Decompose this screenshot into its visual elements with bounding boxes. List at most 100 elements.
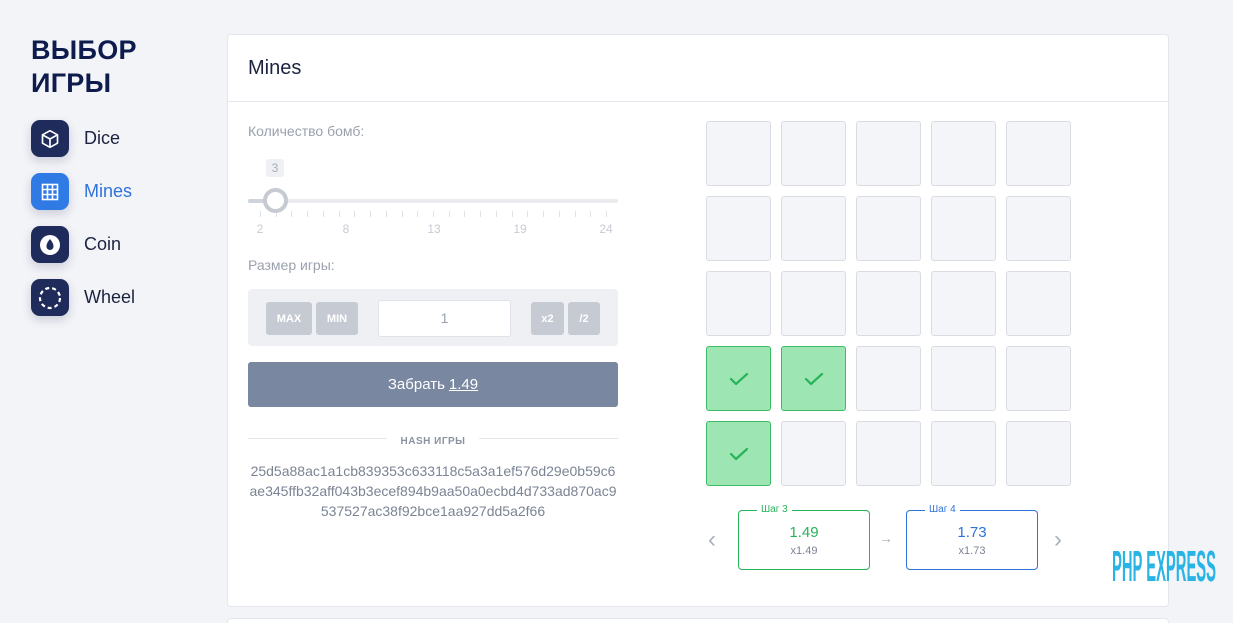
game-item-coin[interactable]: Coin [31, 226, 211, 263]
mine-cell[interactable] [706, 271, 771, 336]
mine-cell[interactable] [781, 271, 846, 336]
slider-tickmark [527, 211, 529, 217]
slider-tickmark [433, 211, 434, 217]
step-value: 1.73 [957, 524, 987, 541]
game-item-wheel[interactable]: Wheel [31, 279, 211, 316]
min-button[interactable]: MIN [316, 302, 358, 335]
game-size-label: Размер игры: [248, 257, 335, 273]
slider-tickmark [606, 211, 607, 217]
mine-cell[interactable] [1006, 271, 1071, 336]
mine-cell[interactable] [706, 121, 771, 186]
mine-cell-opened[interactable] [706, 346, 771, 411]
coin-icon [31, 226, 69, 263]
sidebar-title-line2: ИГРЫ [31, 68, 112, 98]
sidebar: ВЫБОР ИГРЫ Dice Mines Coin Wheel [31, 34, 211, 332]
game-label-mines: Mines [84, 181, 133, 201]
page-title: Mines [248, 56, 302, 79]
mine-cell[interactable] [856, 421, 921, 486]
half-button[interactable]: /2 [568, 302, 600, 335]
slider-tickmark [291, 211, 293, 217]
slider-tickmark [511, 211, 513, 217]
mine-cell[interactable] [931, 196, 996, 261]
step-card-current: Шаг 3 1.49 x1.49 [738, 504, 870, 570]
mine-cell[interactable] [931, 421, 996, 486]
mine-cell[interactable] [856, 346, 921, 411]
slider-tick: 19 [513, 222, 527, 236]
slider-tick: 2 [256, 222, 264, 236]
cashout-label: Забрать [387, 376, 445, 393]
bet-input[interactable]: 1 [378, 300, 511, 337]
check-icon [804, 372, 823, 385]
slider-tickmark [401, 211, 403, 217]
mine-cell-opened[interactable] [781, 346, 846, 411]
bombs-slider[interactable]: 3 2 8 13 19 24 [248, 139, 618, 236]
mine-cell[interactable] [856, 196, 921, 261]
slider-tickmark [448, 211, 450, 217]
wheel-icon [31, 279, 69, 316]
step-multiplier: x1.73 [958, 545, 986, 557]
step-value: 1.49 [789, 524, 819, 541]
slider-track[interactable] [248, 199, 618, 203]
hash-value: 25d5a88ac1a1cb839353c633118c5a3a1ef576d2… [249, 463, 617, 519]
mine-cell[interactable] [781, 421, 846, 486]
game-card: Mines Количество бомб: 3 2 8 13 19 24 Ра… [227, 34, 1169, 607]
slider-tickmark [558, 211, 560, 217]
mine-cell[interactable] [856, 271, 921, 336]
slider-thumb[interactable] [263, 188, 288, 213]
slider-tickmarks [248, 211, 618, 219]
mine-cell[interactable] [931, 271, 996, 336]
hash-title: HASH ИГРЫ [386, 436, 480, 447]
mines-grid [706, 121, 1071, 486]
slider-tickmark [417, 211, 419, 217]
mine-cell[interactable] [1006, 346, 1071, 411]
arrow-right-icon: → [879, 530, 893, 546]
cashout-button[interactable]: Забрать 1.49 [248, 362, 618, 407]
watermark-logo: PHP EXPRESS [1112, 542, 1216, 585]
slider-tickmark [385, 211, 387, 217]
step-multiplier: x1.49 [790, 545, 818, 557]
chevron-left-icon[interactable]: ‹ [708, 526, 716, 554]
double-button[interactable]: x2 [531, 302, 564, 335]
mine-cell[interactable] [931, 346, 996, 411]
mine-cell-opened[interactable] [706, 421, 771, 486]
chevron-right-icon[interactable]: › [1054, 526, 1062, 554]
slider-tickmark [260, 211, 261, 217]
sidebar-title: ВЫБОР ИГРЫ [31, 34, 211, 100]
slider-tickmark [338, 211, 340, 217]
mine-cell[interactable] [856, 121, 921, 186]
slider-tickmark [543, 211, 545, 217]
slider-tick: 8 [342, 222, 350, 236]
check-icon [729, 372, 748, 385]
step-tag: Шаг 4 [925, 504, 960, 515]
sidebar-title-line1: ВЫБОР [31, 35, 137, 65]
mine-cell[interactable] [1006, 421, 1071, 486]
game-item-dice[interactable]: Dice [31, 120, 211, 157]
step-card-next: Шаг 4 1.73 x1.73 [906, 504, 1038, 570]
hash-divider: HASH ИГРЫ [248, 431, 618, 447]
slider-ticks: 2 8 13 19 24 [248, 222, 618, 236]
slider-tickmark [464, 211, 466, 217]
mine-cell[interactable] [781, 121, 846, 186]
slider-tickmark [495, 211, 497, 217]
game-item-mines[interactable]: Mines [31, 173, 211, 210]
mine-cell[interactable] [781, 196, 846, 261]
game-list: Dice Mines Coin Wheel [31, 120, 211, 316]
cube-icon [31, 120, 69, 157]
mine-cell[interactable] [931, 121, 996, 186]
cashout-amount: 1.49 [448, 376, 479, 393]
slider-tick: 24 [599, 222, 613, 236]
mine-cell[interactable] [706, 196, 771, 261]
card-header: Mines [228, 35, 1168, 102]
bet-box: MAX MIN 1 x2 /2 [248, 289, 618, 346]
mine-cell[interactable] [1006, 196, 1071, 261]
game-label-dice: Dice [84, 128, 121, 148]
grid-icon [31, 173, 69, 210]
max-button[interactable]: MAX [266, 302, 312, 335]
mine-cell[interactable] [1006, 121, 1071, 186]
slider-value-bubble: 3 [266, 159, 284, 177]
slider-tickmark [574, 211, 576, 217]
controls-panel: Количество бомб: 3 2 8 13 19 24 Размер и… [248, 123, 618, 521]
slider-tickmark [480, 211, 482, 217]
bombs-label: Количество бомб: [248, 123, 365, 139]
watermark-text: PHP EXPRESS [1112, 542, 1216, 585]
